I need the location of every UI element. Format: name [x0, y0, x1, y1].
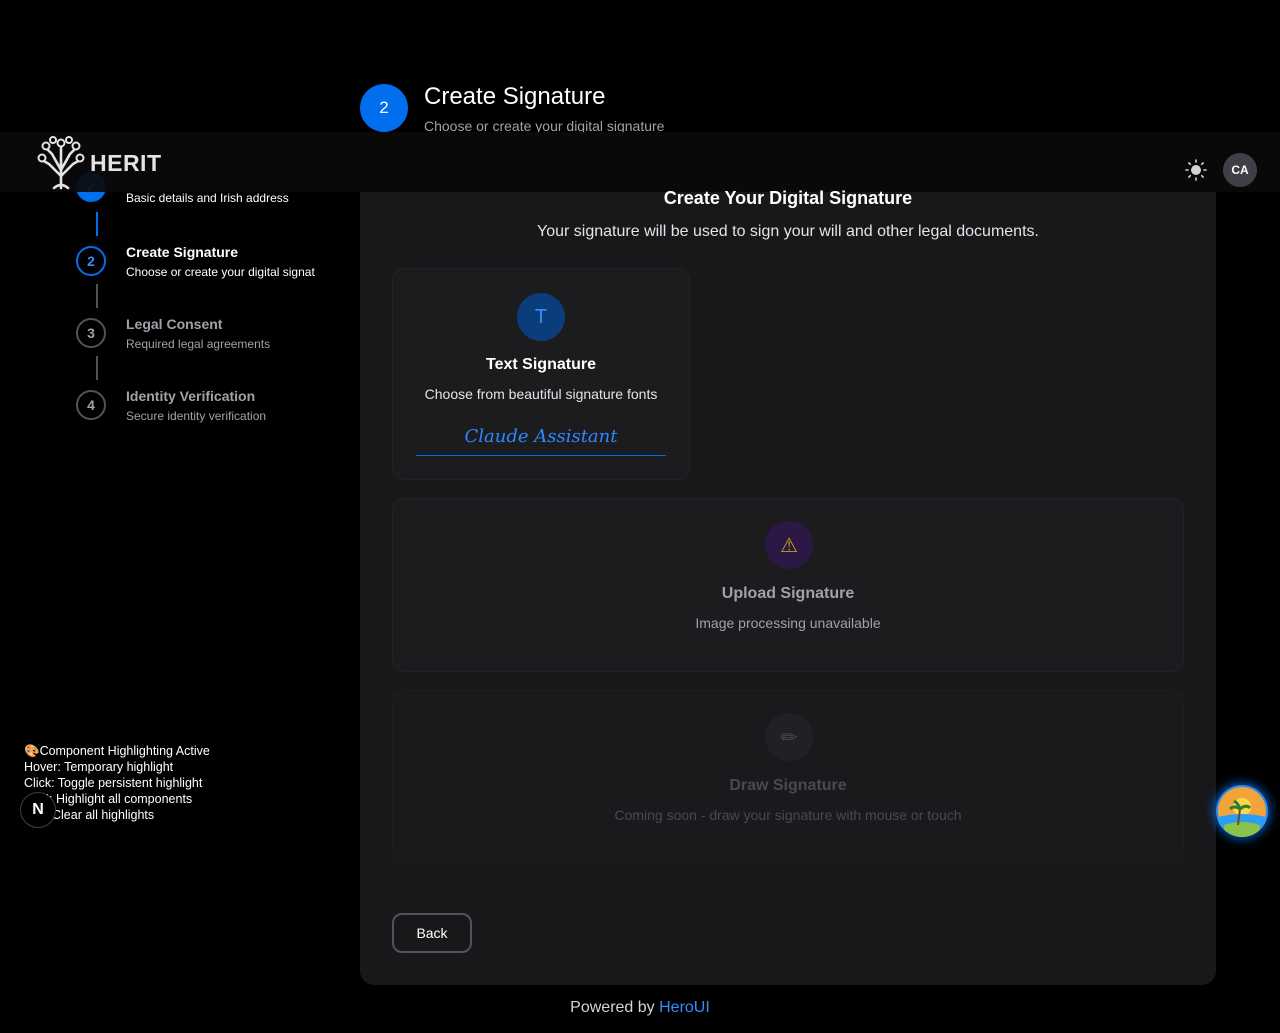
heroui-link[interactable]: HeroUI — [659, 999, 710, 1016]
debug-line: 🎨Component Highlighting Active — [24, 744, 210, 758]
top-navbar: HERIT CA — [0, 132, 1280, 192]
step-number: 2 — [76, 246, 106, 276]
option-description: Coming soon - draw your signature with m… — [614, 807, 962, 823]
card-subtitle: Your signature will be used to sign your… — [537, 223, 1039, 240]
step-connector — [96, 356, 98, 380]
step-title: Identity Verification — [126, 388, 256, 404]
floating-assistant-button[interactable] — [1216, 785, 1268, 837]
text-type-icon: T — [517, 293, 565, 341]
draw-signature-option: ✏ Draw Signature Coming soon - draw your… — [392, 690, 1184, 864]
tree-logo-icon — [37, 136, 85, 190]
step-description: Required legal agreements — [126, 337, 271, 351]
option-title: Draw Signature — [729, 777, 847, 794]
step-connector — [96, 284, 98, 308]
sun-icon — [1185, 159, 1207, 181]
text-signature-option[interactable]: T Text Signature Choose from beautiful s… — [392, 268, 690, 480]
powered-by-footer: Powered by HeroUI — [0, 999, 1280, 1017]
back-button[interactable]: Back — [392, 913, 472, 953]
step-title: Legal Consent — [126, 316, 223, 332]
step-title: Create Signature — [126, 244, 239, 260]
upload-signature-option: ⚠ Upload Signature Image processing unav… — [392, 498, 1184, 672]
signature-preview: Claude Assistant — [416, 417, 666, 456]
card-title: Create Your Digital Signature — [663, 188, 913, 208]
nextjs-dev-badge[interactable]: N — [20, 792, 56, 828]
pencil-icon: ✏ — [765, 713, 813, 761]
debug-line: Hover: Temporary highlight — [24, 760, 174, 774]
step-number-badge: 2 — [360, 84, 408, 132]
step-header-title: Create Signature — [424, 83, 606, 110]
option-description: Choose from beautiful signature fonts — [424, 386, 658, 402]
step-number: 4 — [76, 390, 106, 420]
option-title: Text Signature — [486, 356, 596, 373]
theme-toggle-button[interactable] — [1183, 157, 1209, 183]
step-description: Secure identity verification — [126, 409, 267, 423]
herit-logo[interactable]: HERIT — [34, 136, 162, 190]
logo-text: HERIT — [90, 149, 162, 176]
debug-line: Click: Toggle persistent highlight — [24, 776, 203, 790]
step-description: Choose or create your digital signat — [126, 265, 315, 279]
user-avatar[interactable]: CA — [1223, 153, 1257, 187]
powered-by-text: Powered by — [570, 999, 655, 1016]
option-title: Upload Signature — [721, 585, 855, 602]
step-number: 3 — [76, 318, 106, 348]
option-description: Image processing unavailable — [695, 615, 881, 631]
beach-icon — [1218, 787, 1266, 837]
step-connector — [96, 212, 98, 236]
step-description: Basic details and Irish address — [126, 191, 289, 205]
warning-icon: ⚠ — [765, 521, 813, 569]
signature-card: Create Your Digital Signature Your signa… — [360, 188, 1216, 985]
